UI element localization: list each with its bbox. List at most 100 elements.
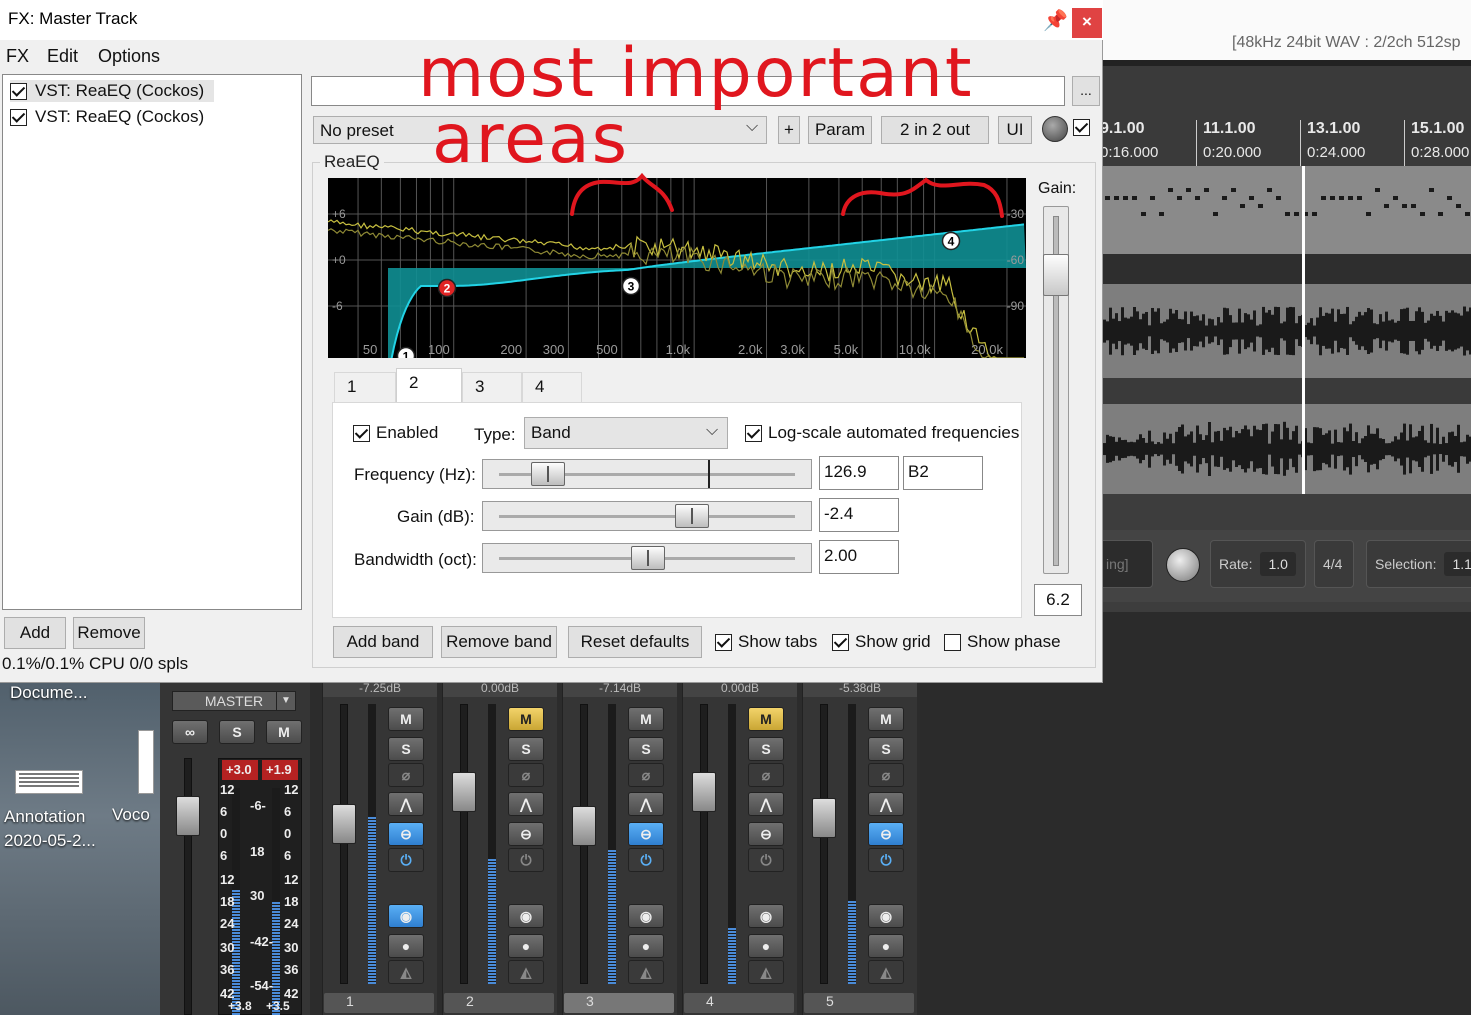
fx-chain-icon[interactable]: ⊖ <box>628 822 664 846</box>
power-icon[interactable]: ⏻ <box>508 848 544 872</box>
track-number-bar[interactable] <box>324 993 434 1013</box>
wet-knob[interactable] <box>1042 116 1068 142</box>
eq-frequency-graph[interactable]: 50 100 200 300 500 1.0k 2.0k 3.0k 5.0k 10.0k 20.0k… <box>328 178 1026 358</box>
reset-defaults-button[interactable]: Reset defaults <box>568 626 702 658</box>
track-solo-button[interactable]: S <box>628 737 664 761</box>
note-field[interactable]: B2 <box>903 456 983 490</box>
add-fx-button[interactable]: Add <box>4 617 66 649</box>
enabled-checkbox[interactable]: Enabled <box>353 423 438 443</box>
close-button[interactable]: × <box>1072 8 1102 38</box>
master-fader[interactable] <box>176 796 200 836</box>
frequency-field[interactable]: 126.9 <box>819 456 899 490</box>
menu-options[interactable]: Options <box>98 46 160 67</box>
record-arm-icon[interactable]: ● <box>508 934 544 958</box>
gain-slider-thumb[interactable] <box>1043 254 1069 296</box>
track-fader[interactable] <box>332 804 356 844</box>
ui-toggle-button[interactable]: UI <box>998 116 1032 144</box>
fx-chain-icon[interactable]: ⊖ <box>388 822 424 846</box>
record-monitor-icon[interactable]: ◉ <box>868 904 904 928</box>
phase-invert-icon[interactable]: ⌀ <box>508 763 544 787</box>
phase-invert-icon[interactable]: ⌀ <box>628 763 664 787</box>
track-mute-button[interactable]: M <box>388 707 424 731</box>
show-tabs-box[interactable] <box>715 633 732 651</box>
io-pins-button[interactable]: 2 in 2 out <box>881 116 989 144</box>
phase-invert-icon[interactable]: ⌀ <box>868 763 904 787</box>
show-grid-box[interactable] <box>832 633 849 651</box>
track-fader-track[interactable] <box>340 704 348 984</box>
tab-band-4[interactable]: 4 <box>522 372 582 402</box>
band-gain-slider[interactable] <box>482 501 812 531</box>
power-icon[interactable]: ⏻ <box>748 848 784 872</box>
logscale-checkbox-box[interactable] <box>745 424 762 442</box>
power-icon[interactable]: ⏻ <box>628 848 664 872</box>
rate-control[interactable]: Rate: 1.0 <box>1210 540 1306 588</box>
fx-chain-icon[interactable]: ⊖ <box>508 822 544 846</box>
remove-band-button[interactable]: Remove band <box>441 626 557 658</box>
fx-chain-list[interactable] <box>2 74 302 610</box>
bandwidth-slider[interactable] <box>482 543 812 573</box>
preset-name-field[interactable] <box>311 76 1065 106</box>
track-fader[interactable] <box>572 806 596 846</box>
power-icon[interactable]: ⏻ <box>388 848 424 872</box>
fx-chain-icon[interactable]: ⊖ <box>868 822 904 846</box>
selection-value[interactable]: 1.1.0 <box>1444 552 1471 576</box>
track-solo-button[interactable]: S <box>868 737 904 761</box>
track-fader[interactable] <box>692 772 716 812</box>
show-grid-checkbox[interactable]: Show grid <box>832 632 931 652</box>
track-fader[interactable] <box>452 772 476 812</box>
annotation-file-thumbnail[interactable] <box>15 770 83 794</box>
phase-invert-icon[interactable]: ⌀ <box>388 763 424 787</box>
fx-enable-checkbox[interactable] <box>10 82 27 100</box>
show-tabs-checkbox[interactable]: Show tabs <box>715 632 817 652</box>
record-arm-icon[interactable]: ● <box>868 934 904 958</box>
track-solo-button[interactable]: S <box>508 737 544 761</box>
time-signature[interactable]: 4/4 <box>1314 540 1354 588</box>
desktop-icon-documents[interactable]: Docume... <box>10 683 87 703</box>
frequency-slider[interactable] <box>482 459 812 489</box>
fx-chain-item[interactable]: VST: ReaEQ (Cockos) <box>10 80 215 102</box>
band-gain-field[interactable]: -2.4 <box>819 498 899 532</box>
track-mute-button[interactable]: M <box>508 707 544 731</box>
tab-band-1[interactable]: 1 <box>334 372 396 402</box>
fx-routing-icon[interactable]: ⋀ <box>388 792 424 816</box>
menu-edit[interactable]: Edit <box>47 46 78 67</box>
mono-stereo-button[interactable]: ∞ <box>172 720 208 744</box>
bypass-checkbox[interactable] <box>1073 119 1090 136</box>
logscale-checkbox[interactable]: Log-scale automated frequencies <box>745 423 1019 443</box>
track-number-bar[interactable] <box>684 993 794 1013</box>
fx-chain-item[interactable]: VST: ReaEQ (Cockos) <box>10 106 214 128</box>
desktop-icon-voco[interactable]: Voco <box>112 805 156 825</box>
track-mute-button[interactable]: M <box>748 707 784 731</box>
voco-file-thumbnail[interactable] <box>138 730 154 794</box>
tab-band-2[interactable]: 2 <box>396 368 462 404</box>
fx-routing-icon[interactable]: ⋀ <box>868 792 904 816</box>
record-monitor-icon[interactable]: ◉ <box>628 904 664 928</box>
pin-icon[interactable]: 📌 <box>1043 8 1068 34</box>
window-titlebar[interactable] <box>0 0 1103 40</box>
track-fader[interactable] <box>812 798 836 838</box>
desktop-icon-annotation[interactable]: Annotation 2020-05-2... <box>4 805 104 853</box>
master-menu-arrow-icon[interactable]: ▼ <box>276 691 296 711</box>
master-mute-button[interactable]: M <box>266 720 302 744</box>
param-button[interactable]: Param <box>808 116 872 144</box>
add-preset-button[interactable]: + <box>778 116 800 144</box>
record-arm-icon[interactable]: ● <box>388 934 424 958</box>
fx-routing-icon[interactable]: ⋀ <box>628 792 664 816</box>
playhead-cursor[interactable] <box>1302 166 1305 494</box>
repeat-button[interactable]: ing] <box>1097 540 1153 588</box>
track-fader-track[interactable] <box>820 704 828 984</box>
master-solo-button[interactable]: S <box>219 720 255 744</box>
add-band-button[interactable]: Add band <box>333 626 433 658</box>
phase-invert-icon[interactable]: ⌀ <box>748 763 784 787</box>
tab-band-3[interactable]: 3 <box>462 372 522 402</box>
track-mute-button[interactable]: M <box>628 707 664 731</box>
record-monitor-icon[interactable]: ◉ <box>748 904 784 928</box>
automation-icon[interactable]: ◭ <box>388 960 424 984</box>
gain-value-field[interactable]: 6.2 <box>1034 584 1082 616</box>
track-mute-button[interactable]: M <box>868 707 904 731</box>
enabled-checkbox-box[interactable] <box>353 424 370 442</box>
show-phase-checkbox[interactable]: Show phase <box>944 632 1061 652</box>
automation-icon[interactable]: ◭ <box>748 960 784 984</box>
selection-control[interactable]: Selection: 1.1.0 <box>1366 540 1471 588</box>
record-monitor-icon[interactable]: ◉ <box>508 904 544 928</box>
